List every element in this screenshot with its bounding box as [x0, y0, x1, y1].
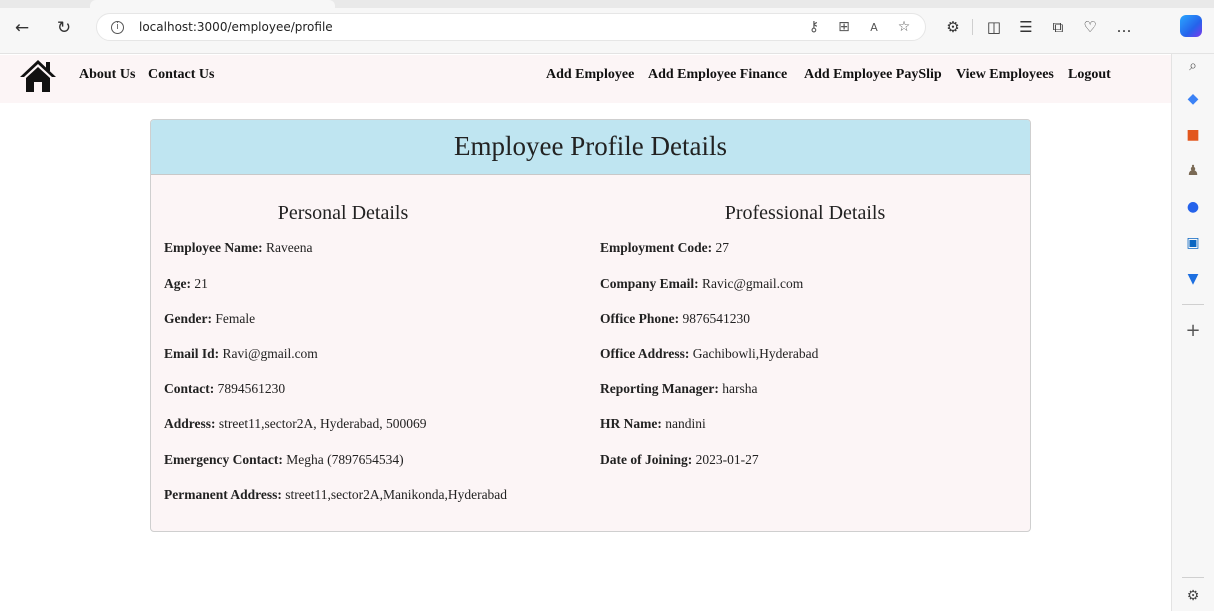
split-screen-icon[interactable]: ◫ [984, 17, 1004, 37]
app-grid-icon[interactable]: ⊞ [835, 19, 853, 35]
home-icon[interactable] [18, 58, 58, 94]
field-address: Address: street11,sector2A, Hyderabad, 5… [164, 416, 427, 431]
browser-toolbar: ← ↻ i localhost:3000/employee/profile ⚷ … [0, 0, 1214, 54]
page-content: About Us Contact Us Add Employee Add Emp… [0, 55, 1171, 611]
field-office-phone: Office Phone: 9876541230 [600, 311, 750, 326]
profile-card: Employee Profile Details Personal Detail… [150, 119, 1031, 532]
field-age: Age: 21 [164, 276, 208, 291]
field-employment-code: Employment Code: 27 [600, 240, 729, 255]
key-icon[interactable]: ⚷ [805, 19, 823, 35]
outlook-icon[interactable]: ▣ [1184, 234, 1202, 252]
field-office-address: Office Address: Gachibowli,Hyderabad [600, 346, 819, 361]
office-icon[interactable]: ● [1184, 198, 1202, 216]
nav-link-contact-us[interactable]: Contact Us [148, 67, 215, 83]
nav-link-add-employee-finance[interactable]: Add Employee Finance [648, 67, 787, 83]
sidebar-divider [1182, 304, 1204, 305]
search-icon[interactable]: ⌕ [1184, 57, 1202, 75]
nav-link-add-employee[interactable]: Add Employee [546, 67, 634, 83]
more-menu-icon[interactable]: … [1114, 17, 1134, 37]
field-permanent-address: Permanent Address: street11,sector2A,Man… [164, 487, 508, 502]
field-hr-name: HR Name: nandini [600, 416, 706, 431]
field-contact: Contact: 7894561230 [164, 381, 286, 396]
address-bar[interactable]: i localhost:3000/employee/profile ⚷ ⊞ A … [96, 13, 926, 41]
tools-briefcase-icon[interactable]: ■ [1184, 126, 1202, 144]
site-info-icon[interactable]: i [111, 21, 124, 34]
read-aloud-icon[interactable]: A [865, 21, 883, 34]
nav-link-about-us[interactable]: About Us [79, 67, 135, 83]
field-gender: Gender: Female [164, 311, 256, 326]
people-icon[interactable]: ♟ [1184, 162, 1202, 180]
url-text[interactable]: localhost:3000/employee/profile [139, 20, 333, 34]
personal-details-heading: Personal Details [277, 202, 409, 224]
back-arrow-icon[interactable]: ← [10, 16, 34, 40]
active-tab[interactable] [90, 0, 335, 8]
field-company-email: Company Email: Ravic@gmail.com [600, 276, 804, 291]
professional-details-heading: Professional Details [724, 202, 886, 224]
settings-gear-icon[interactable]: ⚙ [1184, 587, 1202, 605]
nav-link-add-employee-payslip[interactable]: Add Employee PaySlip [804, 67, 942, 83]
field-reporting-manager: Reporting Manager: harsha [600, 381, 758, 396]
browser-essentials-icon[interactable]: ♡ [1080, 17, 1100, 37]
shopping-tag-icon[interactable]: ◆ [1184, 90, 1202, 108]
extensions-icon[interactable]: ⚙ [943, 17, 963, 37]
sidebar-divider [1182, 577, 1204, 578]
field-emergency-contact: Emergency Contact: Megha (7897654534) [164, 452, 404, 467]
send-icon[interactable]: ▼ [1184, 270, 1202, 288]
nav-link-logout[interactable]: Logout [1068, 67, 1111, 83]
edge-sidebar: ⌕ ◆ ■ ♟ ● ▣ ▼ + ⚙ [1171, 54, 1214, 611]
toolbar-divider [972, 19, 973, 35]
favorites-list-icon[interactable]: ☰ [1016, 17, 1036, 37]
refresh-icon[interactable]: ↻ [52, 16, 76, 40]
copilot-icon[interactable] [1180, 15, 1202, 37]
field-employee-name: Employee Name: Raveena [164, 240, 313, 255]
field-date-of-joining: Date of Joining: 2023-01-27 [600, 452, 759, 467]
nav-link-view-employees[interactable]: View Employees [956, 67, 1054, 83]
favorite-star-icon[interactable]: ☆ [895, 19, 913, 35]
card-title: Employee Profile Details [151, 120, 1030, 175]
field-email-id: Email Id: Ravi@gmail.com [164, 346, 318, 361]
add-icon[interactable]: + [1184, 322, 1202, 340]
collections-icon[interactable]: ⧉ [1048, 17, 1068, 37]
site-navbar: About Us Contact Us Add Employee Add Emp… [0, 55, 1171, 103]
